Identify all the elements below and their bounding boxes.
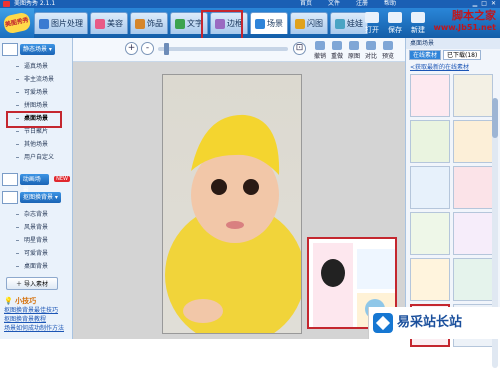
fit-icon[interactable]: ⊡ [293,42,306,55]
preview-icon [383,41,393,50]
baby-photo[interactable] [162,74,302,334]
new-file-icon [411,12,425,23]
save-button[interactable]: 保存 [385,12,405,35]
tab-image-edit[interactable]: 图片处理 [34,12,88,34]
material-panel: 桌面场景 在线素材 已下载(18) <获取最新的在线素材 [405,38,500,368]
corner-watermark: 易采站长站 [368,307,500,339]
folder-icon [365,12,379,23]
sidebar-item-landscape-bg[interactable]: 风景背景 [0,221,72,234]
desktop-scene-highlight [6,111,62,128]
undo-icon [315,41,325,50]
left-sidebar: 静态场景 ▾ 逼真场景 非主流场景 可爱场景 拼图场景 桌面场景 节日聚片 其他… [0,38,73,339]
brand-label: 美图秀秀 [2,11,32,35]
bg-header: 抠图换背景 ▾ [2,190,70,204]
tab-online-material[interactable]: 在线素材 [409,50,442,60]
material-thumb[interactable] [410,120,450,163]
static-scene-header: 静态场景 ▾ [2,42,70,56]
tip-link-3[interactable]: 场景如何成功制作方法 [4,324,68,333]
original-button[interactable]: 原图 [347,41,361,60]
material-thumb[interactable] [410,74,450,117]
tab-scene[interactable]: 场景 [250,12,288,34]
site-watermark: 脚本之家 www.Jb51.net [433,9,496,33]
compare-icon [366,41,376,50]
sidebar-item-realistic[interactable]: 逼真场景 [0,60,72,73]
beauty-icon [95,18,105,29]
ornament-icon [135,18,145,29]
redo-button[interactable]: 重做 [330,41,344,60]
tab-downloaded[interactable]: 已下载(18) [443,50,482,60]
material-thumb[interactable] [410,258,450,301]
menu-file[interactable]: 文件 [328,0,340,8]
import-material-button[interactable]: ＋ 导入素材 [6,277,58,290]
brand-logo: 美图秀秀 [0,8,34,38]
image-edit-icon [39,18,49,29]
sidebar-item-alternative[interactable]: 非主流场景 [0,73,72,86]
sidebar-item-cute[interactable]: 可爱场景 [0,86,72,99]
zoom-slider-knob[interactable] [164,43,169,55]
scrollbar-thumb[interactable] [492,98,498,138]
zoom-in-button[interactable]: + [125,42,138,55]
static-scene-button[interactable]: 静态场景 ▾ [20,43,55,55]
anim-scene-header: 动画场景 NEW [2,172,70,194]
menu-register[interactable]: 注册 [356,0,368,8]
menu-home[interactable]: 首页 [300,0,312,8]
bg-thumb-icon [2,190,18,204]
material-thumb[interactable] [453,120,493,163]
ycz-logo-icon [373,313,393,333]
original-icon [349,41,359,50]
material-thumb[interactable] [410,166,450,209]
bg-replace-button[interactable]: 抠图换背景 ▾ [20,191,61,203]
material-thumb[interactable] [453,166,493,209]
compare-button[interactable]: 对比 [364,41,378,60]
window-controls: ▁ □ ✕ [473,0,496,8]
open-button[interactable]: 打开 [362,12,382,35]
tips-box: 💡 小技巧 抠图换背景最佳技巧 抠图换背景教程 场景如何成功制作方法 [0,294,72,335]
zoom-slider[interactable] [158,43,288,55]
menu-help[interactable]: 帮助 [384,0,396,8]
redo-icon [332,41,342,50]
material-thumb[interactable] [453,258,493,301]
tip-link-2[interactable]: 抠图换背景教程 [4,315,68,324]
scene-thumb-icon [2,42,18,56]
anim-scene-button[interactable]: 动画场景 [19,173,50,194]
sidebar-item-desktop-bg[interactable]: 桌面背景 [0,260,72,273]
material-thumb[interactable] [453,74,493,117]
text-icon [175,18,185,29]
baby-illustration [165,114,301,333]
canvas-toolbar: + - ⊡ 撤销 重做 原图 对比 预览 [73,38,405,62]
import-icon: ＋ [15,281,22,288]
new-button[interactable]: 新建 [408,12,428,35]
tab-beauty[interactable]: 美容 [90,12,128,34]
preview-button[interactable]: 预览 [381,41,395,60]
tip-link-1[interactable]: 抠图换背景最佳技巧 [4,306,68,315]
sidebar-item-other[interactable]: 其他场景 [0,138,72,151]
material-thumb[interactable] [453,212,493,255]
sidebar-item-custom[interactable]: 用户自定义 [0,151,72,164]
close-icon[interactable]: ✕ [491,0,496,8]
flash-icon [295,18,305,29]
scene-icon [255,18,265,29]
new-badge: NEW [54,176,70,182]
save-icon [388,12,402,23]
tab-ornament[interactable]: 饰品 [130,12,168,34]
get-online-material-link[interactable]: <获取最新的在线素材 [406,61,500,72]
zoom-out-button[interactable]: - [141,42,154,55]
sidebar-item-star-bg[interactable]: 明星背景 [0,234,72,247]
material-thumb[interactable] [410,212,450,255]
tab-flash[interactable]: 闪图 [290,12,328,34]
tips-title: 💡 小技巧 [4,297,37,305]
doll-icon [335,18,345,29]
maximize-icon[interactable]: □ [481,0,487,8]
panel-title: 桌面场景 [406,38,500,49]
sidebar-item-cute-bg[interactable]: 可爱背景 [0,247,72,260]
window-title: 美图秀秀 2.1.1 [14,0,56,7]
panel-tabs: 在线素材 已下载(18) [406,49,500,61]
sidebar-item-magazine-bg[interactable]: 杂志背景 [0,208,72,221]
title-bar: 美图秀秀 2.1.1 首页 文件 注册 帮助 ▁ □ ✕ [0,0,500,8]
window-menu: 首页 文件 注册 帮助 [300,0,396,8]
minimize-icon[interactable]: ▁ [473,0,478,8]
undo-button[interactable]: 撤销 [313,41,327,60]
app-logo-icon [3,1,10,7]
anim-thumb-icon [2,172,18,186]
